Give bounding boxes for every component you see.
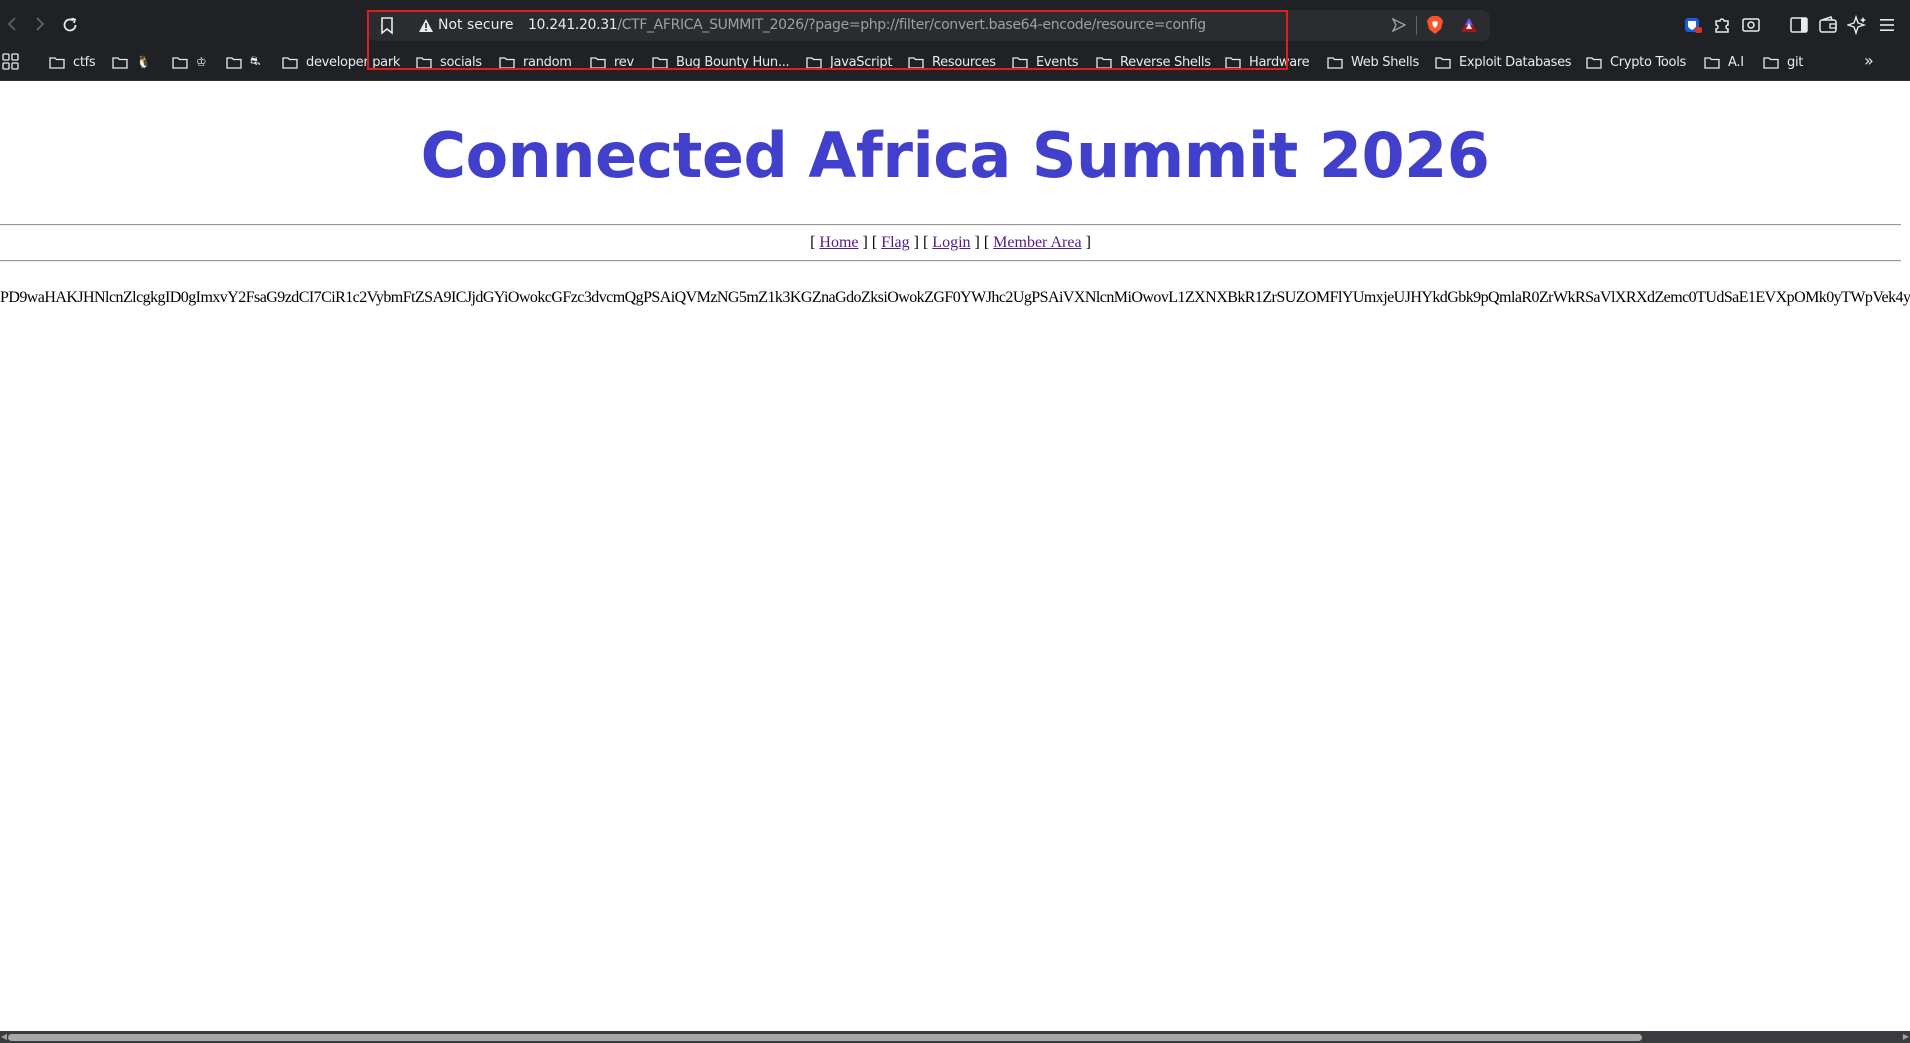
folder-icon xyxy=(226,56,242,69)
address-bar[interactable]: Not secure 10.241.20.31/CTF_AFRICA_SUMMI… xyxy=(368,10,1490,41)
bookmark-label: Resources xyxy=(932,54,996,70)
bookmark-label: Bug Bounty Hun... xyxy=(676,54,790,70)
folder-icon xyxy=(416,56,432,69)
bookmark-folder-web-shells[interactable]: Web Shells xyxy=(1327,51,1419,73)
wallet-icon[interactable] xyxy=(1818,15,1838,35)
security-label[interactable]: Not secure xyxy=(438,16,514,35)
leo-ai-icon[interactable] xyxy=(1847,15,1867,35)
bookmark-label: Exploit Databases xyxy=(1459,54,1572,70)
folder-icon xyxy=(1327,56,1343,69)
brave-shields-icon[interactable] xyxy=(1426,15,1444,35)
folder-icon xyxy=(908,56,924,69)
nav-link-login[interactable]: Login xyxy=(932,234,970,251)
bookmark-icon[interactable] xyxy=(378,16,396,35)
scroll-left-arrow-icon[interactable]: ◀ xyxy=(0,1031,8,1043)
url-host: 10.241.20.31 xyxy=(528,17,618,33)
divider-top xyxy=(0,224,1901,226)
page-title: Connected Africa Summit 2026 xyxy=(420,119,1490,192)
bookmark-label: ⛐ xyxy=(250,54,261,68)
folder-icon xyxy=(1435,56,1451,69)
reload-icon[interactable] xyxy=(58,13,82,37)
page-content: Connected Africa Summit 2026 [ Home ] [ … xyxy=(0,81,1910,1031)
bookmark-folder-random[interactable]: random xyxy=(499,51,572,73)
bookmark-folder-resources[interactable]: Resources xyxy=(908,51,996,73)
bookmark-folder-javascript[interactable]: JavaScript xyxy=(806,51,892,73)
folder-icon xyxy=(1763,56,1779,69)
forward-icon[interactable] xyxy=(28,13,52,37)
bookmark-label: socials xyxy=(440,54,482,70)
folder-icon xyxy=(1225,56,1241,69)
extensions-icon[interactable] xyxy=(1712,15,1732,35)
sidebar-icon[interactable] xyxy=(1789,15,1809,35)
bookmark-folder-hardware[interactable]: Hardware xyxy=(1225,51,1310,73)
folder-icon xyxy=(1012,56,1028,69)
bookmark-folder-exploit-databases[interactable]: Exploit Databases xyxy=(1435,51,1572,73)
horizontal-scrollbar[interactable]: ◀ ▶ xyxy=(0,1031,1910,1043)
warning-icon[interactable] xyxy=(418,18,434,33)
bitwarden-icon[interactable] xyxy=(1683,15,1703,35)
folder-icon xyxy=(1586,56,1602,69)
bookmark-label: A.I xyxy=(1728,54,1744,70)
nav-link-flag[interactable]: Flag xyxy=(881,234,909,251)
omnibox-divider xyxy=(1416,16,1417,35)
folder-icon xyxy=(806,56,822,69)
scrollbar-thumb[interactable] xyxy=(8,1034,1642,1041)
apps-grid-icon[interactable] xyxy=(2,53,20,71)
brave-rewards-icon[interactable] xyxy=(1460,16,1478,34)
folder-icon xyxy=(172,56,188,69)
folder-icon xyxy=(282,56,298,69)
browser-toolbar: Not secure 10.241.20.31/CTF_AFRICA_SUMMI… xyxy=(0,0,1910,50)
folder-icon xyxy=(499,56,515,69)
nav-link-member-area[interactable]: Member Area xyxy=(993,234,1081,251)
bookmark-label: developer park xyxy=(306,54,401,70)
bookmark-label: Web Shells xyxy=(1351,54,1419,70)
screenshot-icon[interactable] xyxy=(1741,15,1761,35)
bookmark-folder-events[interactable]: Events xyxy=(1012,51,1079,73)
folder-icon xyxy=(112,56,128,69)
bookmark-label: Hardware xyxy=(1249,54,1310,70)
site-nav: [ Home ] [ Flag ] [ Login ] [ Member Are… xyxy=(810,234,1091,251)
bookmark-folder-developer-park[interactable]: developer park xyxy=(282,51,400,73)
share-icon[interactable] xyxy=(1392,18,1406,32)
folder-icon xyxy=(1096,56,1112,69)
bookmark-folder-socials[interactable]: socials xyxy=(416,51,482,73)
bookmark-label: JavaScript xyxy=(830,54,893,70)
divider-bottom xyxy=(0,260,1901,262)
bookmark-label: random xyxy=(523,54,572,70)
folder-icon xyxy=(590,56,606,69)
bookmark-label: Crypto Tools xyxy=(1610,54,1686,70)
more-bookmarks-chevron-icon[interactable]: » xyxy=(1864,50,1874,72)
bookmark-label: 🐧 xyxy=(136,55,151,69)
bookmark-folder-ctfs[interactable]: ctfs xyxy=(49,51,96,73)
folder-icon xyxy=(652,56,668,69)
bookmark-folder-git[interactable]: git xyxy=(1763,51,1803,73)
bookmark-label: git xyxy=(1787,54,1804,70)
bookmark-folder-linux[interactable]: 🐧 xyxy=(112,51,151,73)
scroll-right-arrow-icon[interactable]: ▶ xyxy=(1902,1031,1910,1043)
bookmark-folder-chess[interactable]: ♔ xyxy=(172,51,207,73)
bookmark-label: ctfs xyxy=(73,54,96,70)
bookmark-folder-rev[interactable]: rev xyxy=(590,51,634,73)
bookmark-folder-crypto-tools[interactable]: Crypto Tools xyxy=(1586,51,1686,73)
bookmark-label: Reverse Shells xyxy=(1120,54,1211,70)
menu-icon[interactable] xyxy=(1877,15,1897,35)
folder-icon xyxy=(1704,56,1720,69)
url-text[interactable]: 10.241.20.31/CTF_AFRICA_SUMMIT_2026/?pag… xyxy=(528,16,1206,35)
nav-link-home[interactable]: Home xyxy=(819,234,858,251)
bookmark-label: rev xyxy=(614,54,634,70)
url-path: /CTF_AFRICA_SUMMIT_2026/?page=php://filt… xyxy=(617,17,1206,33)
bookmark-label: Events xyxy=(1036,54,1079,70)
base64-output: PD9waHAKJHNlcnZlcgkgID0gImxvY2FsaG9zdCI7… xyxy=(0,289,1910,306)
bookmark-folder-reverse-shells[interactable]: Reverse Shells xyxy=(1096,51,1211,73)
folder-icon xyxy=(49,56,65,69)
back-icon[interactable] xyxy=(0,13,24,37)
bookmark-folder-car[interactable]: ⛐ xyxy=(226,51,260,73)
bookmark-folder-ai[interactable]: A.I xyxy=(1704,51,1744,73)
bookmark-folder-bug-bounty[interactable]: Bug Bounty Hun... xyxy=(652,51,790,73)
bookmark-label: ♔ xyxy=(196,55,207,69)
